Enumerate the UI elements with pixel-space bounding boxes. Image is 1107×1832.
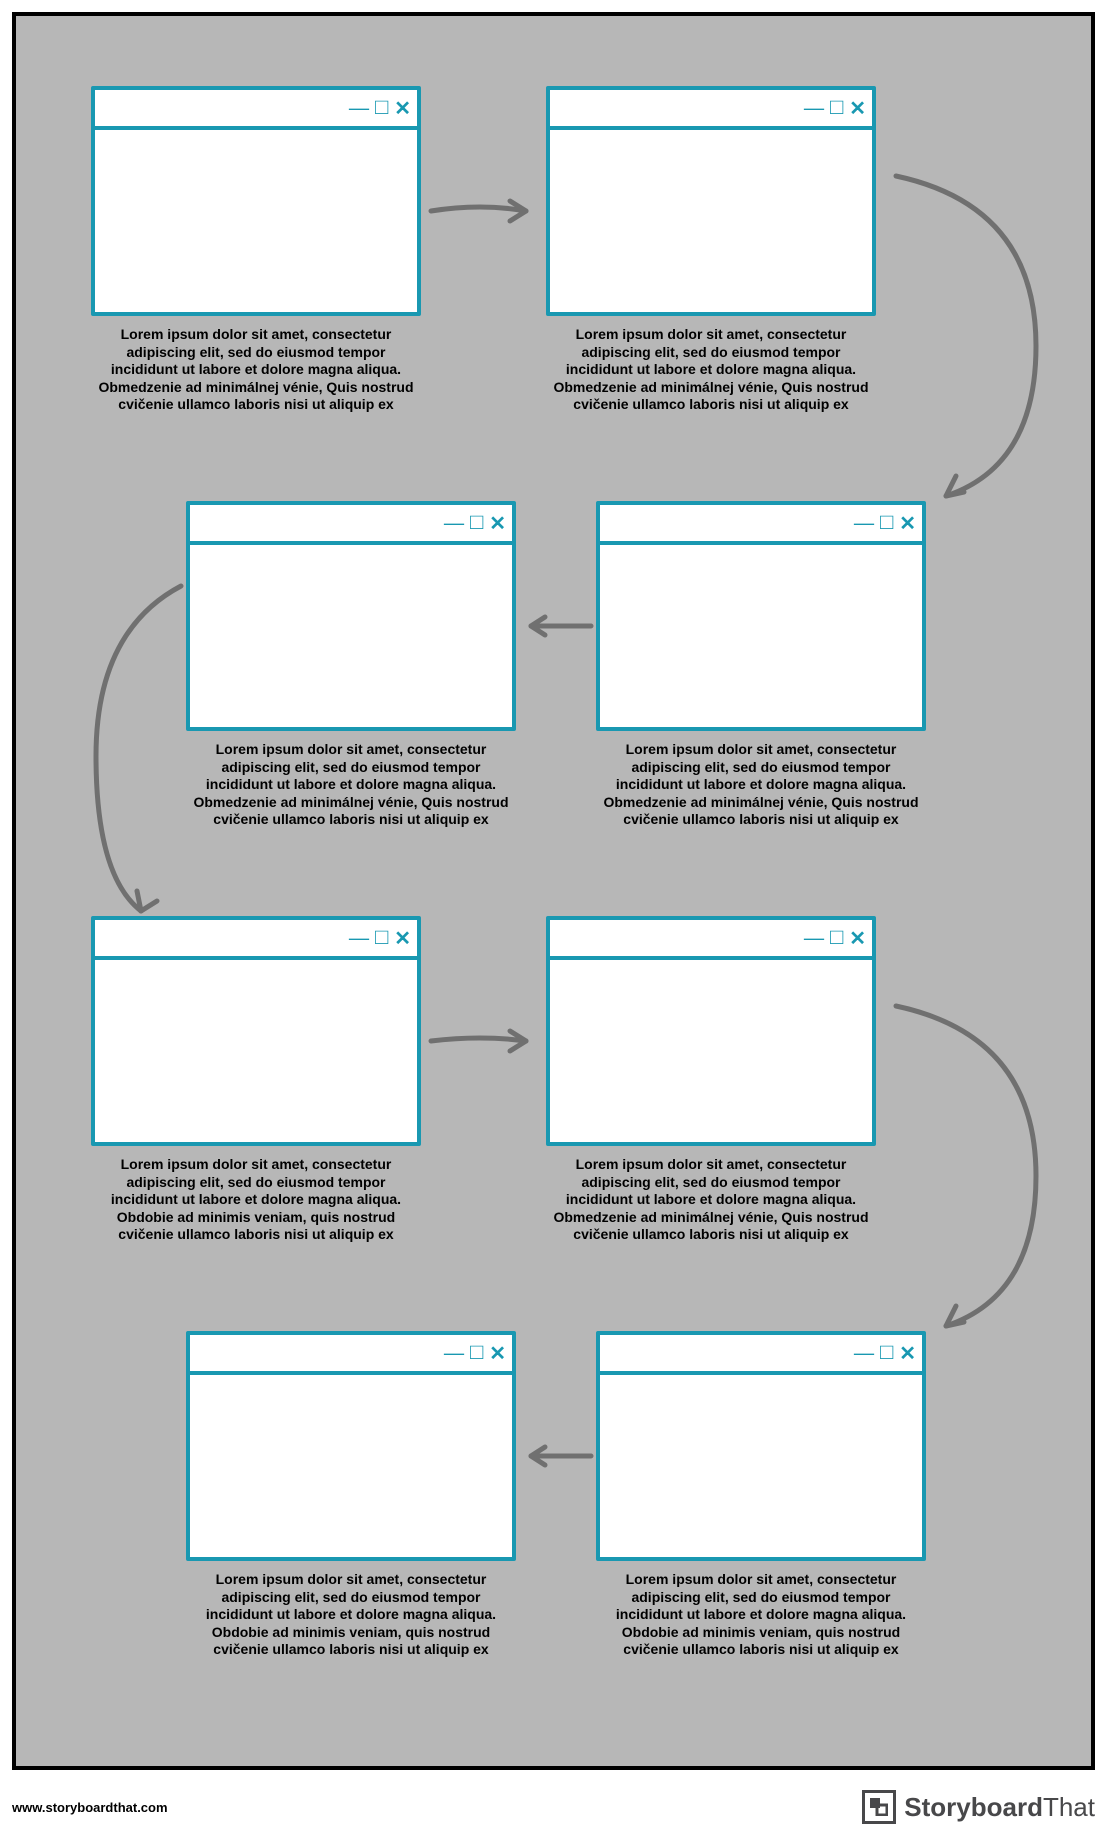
- close-icon: ✕: [899, 511, 916, 536]
- storyboard-cell-2: — □✕ Lorem ipsum dolor sit amet, consectet…: [546, 86, 876, 414]
- window-wireframe: — □✕: [186, 501, 516, 731]
- window-wireframe: — □✕: [596, 1331, 926, 1561]
- arrow-1-2: [426, 191, 541, 231]
- maximize-icon: □: [375, 94, 388, 120]
- maximize-icon: □: [830, 94, 843, 120]
- brand-logo: StoryboardThat: [862, 1790, 1095, 1824]
- close-icon: ✕: [849, 926, 866, 951]
- arrow-7-8: [521, 1436, 596, 1476]
- arrow-5-6: [426, 1021, 541, 1061]
- window-wireframe: — □✕: [596, 501, 926, 731]
- window-controls: — □✕: [444, 505, 506, 541]
- close-icon: ✕: [489, 1341, 506, 1366]
- brand-icon: [862, 1790, 896, 1824]
- window-controls: — □✕: [804, 90, 866, 126]
- page: —□✕Lorem ipsum dolor sit amet, consectet…: [0, 0, 1107, 1832]
- maximize-icon: □: [470, 1339, 483, 1365]
- window-wireframe: — □✕: [91, 86, 421, 316]
- minimize-icon: —: [444, 512, 464, 535]
- minimize-icon: —: [349, 97, 369, 120]
- footer: www.storyboardthat.com StoryboardThat: [12, 1782, 1095, 1832]
- close-icon: ✕: [849, 96, 866, 121]
- cell-caption: Lorem ipsum dolor sit amet, consectetur …: [596, 1571, 926, 1659]
- window-controls: — □✕: [854, 505, 916, 541]
- close-icon: ✕: [394, 96, 411, 121]
- cell-caption: Lorem ipsum dolor sit amet, consectetur …: [186, 741, 516, 829]
- cell-caption: Lorem ipsum dolor sit amet, consectetur …: [596, 741, 926, 829]
- storyboard-cell-5: — □✕ Lorem ipsum dolor sit amet, consectet…: [91, 916, 421, 1244]
- arrow-2-3: [886, 166, 1046, 506]
- window-controls: — □✕: [804, 920, 866, 956]
- brand-text: StoryboardThat: [904, 1792, 1095, 1823]
- maximize-icon: □: [830, 924, 843, 950]
- minimize-icon: —: [349, 927, 369, 950]
- window-wireframe: — □✕: [91, 916, 421, 1146]
- storyboard-cell-4: — □✕ Lorem ipsum dolor sit amet, consectet…: [186, 501, 516, 829]
- window-controls: — □✕: [349, 920, 411, 956]
- storyboard-cell-1: — □✕ Lorem ipsum dolor sit amet, consectet…: [91, 86, 421, 414]
- close-icon: ✕: [899, 1341, 916, 1366]
- window-controls: — □✕: [349, 90, 411, 126]
- canvas-frame: —□✕Lorem ipsum dolor sit amet, consectet…: [12, 12, 1095, 1770]
- minimize-icon: —: [804, 927, 824, 950]
- arrow-4-5: [86, 576, 206, 921]
- arrow-3-4: [521, 606, 596, 646]
- minimize-icon: —: [854, 512, 874, 535]
- cell-caption: Lorem ipsum dolor sit amet, consectetur …: [186, 1571, 516, 1659]
- close-icon: ✕: [489, 511, 506, 536]
- window-wireframe: — □✕: [546, 916, 876, 1146]
- close-icon: ✕: [394, 926, 411, 951]
- storyboard-cell-6: — □✕ Lorem ipsum dolor sit amet, consectet…: [546, 916, 876, 1244]
- minimize-icon: —: [854, 1342, 874, 1365]
- storyboard-cell-3: — □✕ Lorem ipsum dolor sit amet, consectet…: [596, 501, 926, 829]
- window-wireframe: — □✕: [186, 1331, 516, 1561]
- window-controls: — □✕: [854, 1335, 916, 1371]
- footer-url: www.storyboardthat.com: [12, 1800, 168, 1815]
- minimize-icon: —: [444, 1342, 464, 1365]
- cell-caption: Lorem ipsum dolor sit amet, consectetur …: [91, 1156, 421, 1244]
- maximize-icon: □: [880, 509, 893, 535]
- maximize-icon: □: [375, 924, 388, 950]
- maximize-icon: □: [470, 509, 483, 535]
- window-controls: — □✕: [444, 1335, 506, 1371]
- window-wireframe: — □✕: [546, 86, 876, 316]
- storyboard-cell-7: — □✕ Lorem ipsum dolor sit amet, consectet…: [596, 1331, 926, 1659]
- arrow-6-7: [886, 996, 1046, 1336]
- cell-caption: Lorem ipsum dolor sit amet, consectetur …: [546, 1156, 876, 1244]
- cell-caption: Lorem ipsum dolor sit amet, consectetur …: [546, 326, 876, 414]
- maximize-icon: □: [880, 1339, 893, 1365]
- cell-caption: Lorem ipsum dolor sit amet, consectetur …: [91, 326, 421, 414]
- minimize-icon: —: [804, 97, 824, 120]
- storyboard-cell-8: — □✕ Lorem ipsum dolor sit amet, consectet…: [186, 1331, 516, 1659]
